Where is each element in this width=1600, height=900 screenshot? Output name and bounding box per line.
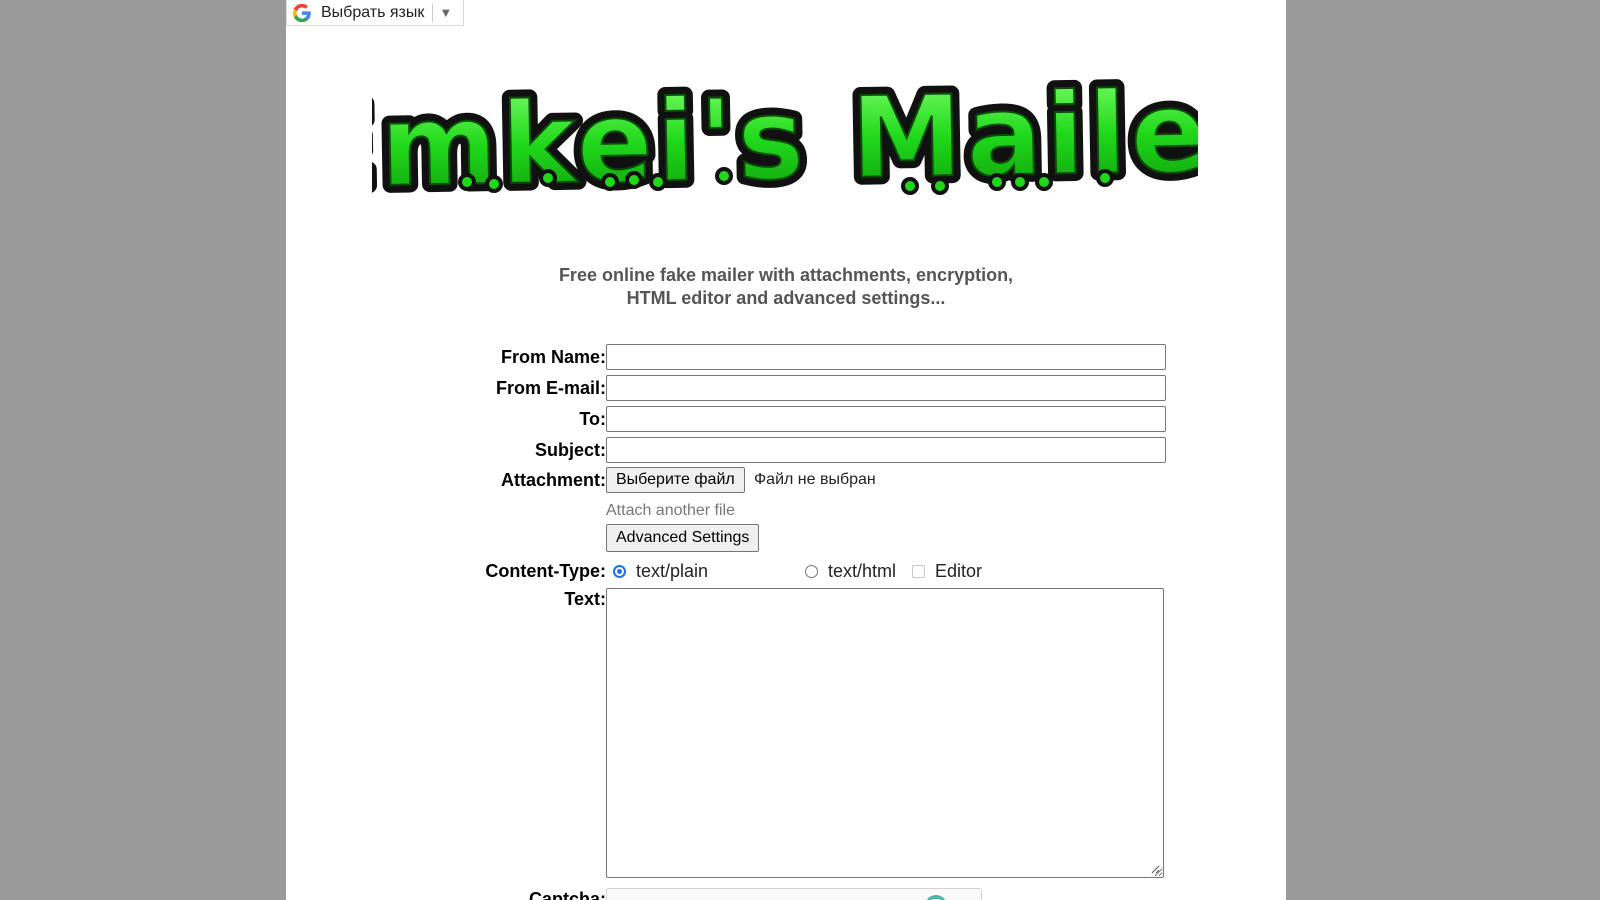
from-name-input[interactable] (606, 344, 1166, 370)
to-input[interactable] (606, 406, 1166, 432)
content-type-row: Content-Type: text/plain text/html Edito… (286, 558, 1286, 584)
from-name-row: From Name: (286, 344, 1286, 370)
choose-file-button[interactable]: Выберите файл (606, 467, 745, 493)
message-textarea[interactable] (606, 588, 1164, 878)
text-html-option[interactable]: text/html (805, 558, 896, 584)
page-content: Выбрать язык ▼ Emkei's Mailer Emkei's Ma… (286, 0, 1286, 900)
language-selector[interactable]: Выбрать язык ▼ (286, 0, 464, 26)
to-row: To: (286, 406, 1286, 432)
text-plain-label: text/plain (636, 560, 709, 581)
from-email-label: From E-mail: (495, 378, 606, 398)
editor-label: Editor (935, 560, 983, 581)
captcha-label: Captcha: (528, 889, 606, 900)
site-logo: Emkei's Mailer Emkei's Mailer (372, 60, 1198, 220)
tagline-line-2: HTML editor and advanced settings... (626, 288, 946, 308)
captcha-widget[interactable] (606, 888, 982, 900)
tagline-line-1: Free online fake mailer with attachments… (558, 265, 1014, 285)
to-label: To: (579, 409, 606, 429)
text-label: Text: (564, 589, 606, 609)
tagline: Free online fake mailer with attachments… (286, 264, 1286, 310)
text-html-radio[interactable] (805, 564, 818, 578)
content-type-label: Content-Type: (485, 561, 606, 581)
text-plain-option[interactable]: text/plain (613, 558, 708, 584)
dropdown-arrow-icon[interactable]: ▼ (439, 5, 452, 20)
attach-another-file-link[interactable]: Attach another file (606, 501, 735, 521)
recaptcha-icon (925, 895, 947, 900)
editor-option[interactable]: Editor (912, 558, 982, 584)
advanced-settings-button[interactable]: Advanced Settings (606, 524, 760, 552)
google-g-icon (291, 2, 313, 24)
attachment-label: Attachment: (500, 470, 606, 490)
from-email-input[interactable] (606, 375, 1166, 401)
divider (432, 3, 434, 22)
language-selector-label: Выбрать язык (321, 3, 425, 21)
subject-input[interactable] (606, 437, 1166, 463)
subject-label: Subject: (534, 440, 606, 460)
subject-row: Subject: (286, 437, 1286, 463)
from-email-row: From E-mail: (286, 375, 1286, 401)
resize-grip-icon[interactable] (1150, 864, 1160, 874)
editor-checkbox[interactable] (912, 564, 925, 578)
text-html-label: text/html (828, 560, 897, 581)
attachment-row: Attachment: Выберите файл Файл не выбран (286, 467, 1286, 493)
file-status-text: Файл не выбран (754, 471, 876, 488)
from-name-label: From Name: (500, 347, 606, 367)
text-plain-radio[interactable] (613, 564, 626, 578)
